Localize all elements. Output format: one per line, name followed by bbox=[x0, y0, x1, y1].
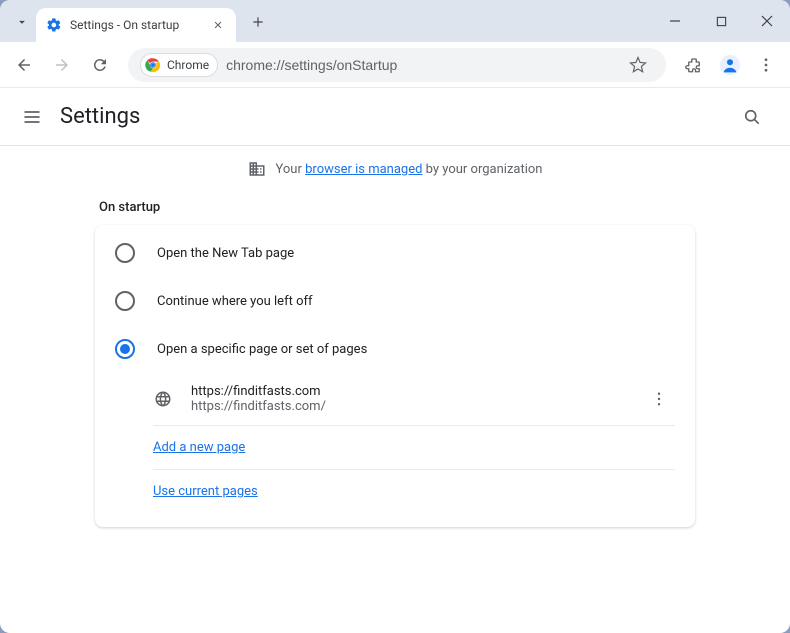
page-title: Settings bbox=[60, 104, 734, 129]
settings-header: Settings bbox=[0, 88, 790, 146]
search-icon bbox=[742, 107, 762, 127]
use-current-pages-link[interactable]: Use current pages bbox=[153, 484, 258, 499]
settings-gear-icon bbox=[46, 17, 62, 33]
arrow-left-icon bbox=[15, 56, 33, 74]
startup-page-entry: https://finditfasts.com https://finditfa… bbox=[153, 373, 675, 426]
add-new-page-link[interactable]: Add a new page bbox=[153, 440, 245, 455]
close-icon bbox=[213, 20, 223, 30]
radio-label: Open the New Tab page bbox=[157, 246, 294, 261]
chrome-logo-icon bbox=[145, 57, 161, 73]
reload-icon bbox=[91, 56, 109, 74]
more-vert-icon bbox=[757, 56, 775, 74]
extension-icon bbox=[685, 56, 703, 74]
domain-icon bbox=[248, 160, 266, 178]
chip-label: Chrome bbox=[167, 58, 209, 72]
managed-banner: Your browser is managed by your organiza… bbox=[0, 160, 790, 178]
minimize-icon bbox=[669, 15, 681, 27]
site-chip[interactable]: Chrome bbox=[140, 53, 218, 77]
radio-button[interactable] bbox=[115, 243, 135, 263]
managed-text: Your browser is managed by your organiza… bbox=[276, 162, 543, 177]
browser-tab[interactable]: Settings - On startup bbox=[36, 8, 236, 42]
tab-close-button[interactable] bbox=[210, 17, 226, 33]
startup-options-card: Open the New Tab page Continue where you… bbox=[95, 225, 695, 527]
chrome-menu-button[interactable] bbox=[750, 49, 782, 81]
menu-button[interactable] bbox=[20, 105, 44, 129]
page-entry-url: https://finditfasts.com/ bbox=[191, 399, 643, 414]
radio-button[interactable] bbox=[115, 339, 135, 359]
tab-title: Settings - On startup bbox=[70, 18, 210, 32]
address-bar[interactable]: Chrome bbox=[128, 48, 666, 82]
window-controls bbox=[652, 0, 790, 42]
titlebar: Settings - On startup bbox=[0, 0, 790, 42]
add-new-page-row: Add a new page bbox=[153, 426, 675, 470]
close-window-button[interactable] bbox=[744, 0, 790, 42]
managed-link[interactable]: browser is managed bbox=[305, 162, 422, 177]
radio-option-continue[interactable]: Continue where you left off bbox=[95, 277, 695, 325]
radio-option-specific-pages[interactable]: Open a specific page or set of pages bbox=[95, 325, 695, 373]
settings-content: Your browser is managed by your organiza… bbox=[0, 146, 790, 527]
maximize-icon bbox=[716, 16, 727, 27]
radio-button[interactable] bbox=[115, 291, 135, 311]
close-icon bbox=[761, 15, 773, 27]
radio-label: Continue where you left off bbox=[157, 294, 313, 309]
star-icon bbox=[629, 56, 647, 74]
hamburger-icon bbox=[22, 107, 42, 127]
page-info: https://finditfasts.com https://finditfa… bbox=[191, 384, 643, 414]
on-startup-section: On startup Open the New Tab page Continu… bbox=[95, 200, 695, 527]
more-vert-icon bbox=[650, 390, 668, 408]
profile-button[interactable] bbox=[716, 51, 744, 79]
toolbar: Chrome bbox=[0, 42, 790, 88]
plus-icon bbox=[251, 15, 265, 29]
bookmark-button[interactable] bbox=[622, 49, 654, 81]
reload-button[interactable] bbox=[84, 49, 116, 81]
browser-window: Settings - On startup bbox=[0, 0, 790, 633]
url-input[interactable] bbox=[226, 57, 614, 73]
radio-option-new-tab[interactable]: Open the New Tab page bbox=[95, 229, 695, 277]
back-button[interactable] bbox=[8, 49, 40, 81]
page-entry-more-button[interactable] bbox=[643, 383, 675, 415]
use-current-pages-row: Use current pages bbox=[153, 470, 675, 513]
radio-label: Open a specific page or set of pages bbox=[157, 342, 367, 357]
search-settings-button[interactable] bbox=[734, 99, 770, 135]
forward-button[interactable] bbox=[46, 49, 78, 81]
person-icon bbox=[719, 54, 741, 76]
new-tab-button[interactable] bbox=[244, 8, 272, 36]
minimize-button[interactable] bbox=[652, 0, 698, 42]
maximize-button[interactable] bbox=[698, 0, 744, 42]
section-label: On startup bbox=[95, 200, 695, 215]
globe-icon bbox=[153, 389, 173, 409]
startup-pages-list: https://finditfasts.com https://finditfa… bbox=[153, 373, 675, 513]
chevron-down-icon bbox=[15, 15, 29, 29]
tab-search-button[interactable] bbox=[8, 8, 36, 36]
page-entry-title: https://finditfasts.com bbox=[191, 384, 643, 399]
extensions-button[interactable] bbox=[678, 49, 710, 81]
arrow-right-icon bbox=[53, 56, 71, 74]
